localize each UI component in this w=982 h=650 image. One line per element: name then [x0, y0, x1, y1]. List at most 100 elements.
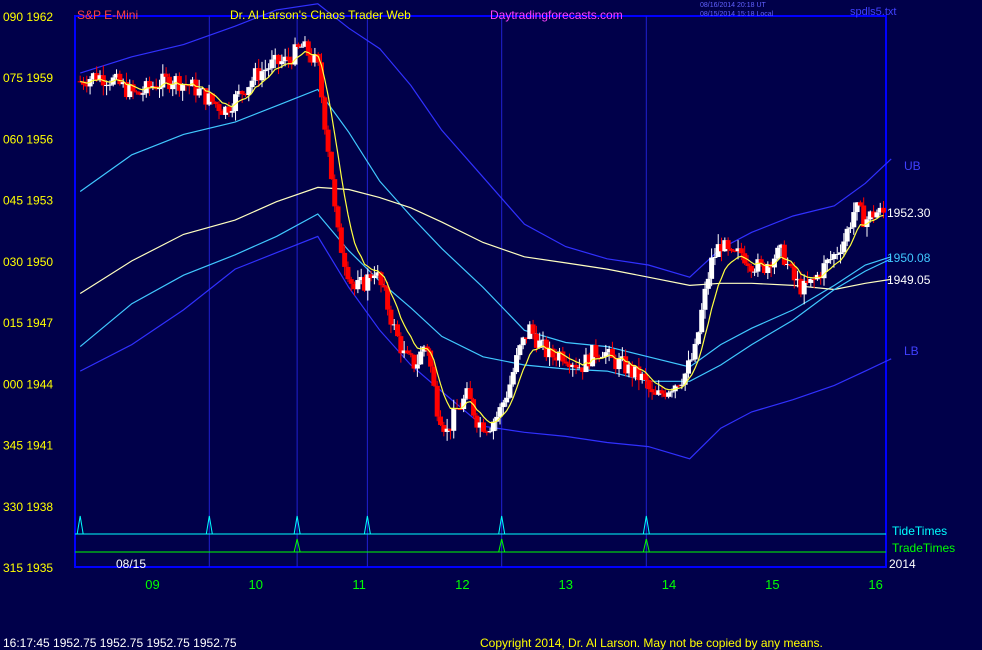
y-tick-label: 075 1959: [3, 71, 53, 85]
candle-body: [791, 266, 797, 281]
candle-body: [828, 259, 834, 261]
candle-body: [510, 372, 516, 385]
candle-body: [395, 324, 401, 337]
candle-body: [573, 364, 579, 368]
lb-label: LB: [904, 344, 919, 358]
candle-body: [438, 416, 444, 425]
candle-body: [170, 84, 176, 90]
candle-body: [500, 402, 506, 408]
candle-body: [507, 384, 513, 398]
y-tick-label: 045 1953: [3, 194, 53, 208]
site-link[interactable]: Daytradingforecasts.com: [490, 8, 623, 22]
timestamp-local: 08/15/2014 15:18 Local: [700, 11, 774, 18]
site-title: Dr. Al Larson's Chaos Trader Web: [230, 8, 411, 22]
candle-body: [646, 379, 652, 390]
x-tick-label: 13: [558, 577, 572, 592]
candle-body: [775, 247, 781, 259]
candle-body: [659, 390, 665, 394]
tide-times-label: TideTimes: [892, 524, 948, 538]
x-tick-label: 11: [352, 577, 366, 592]
candle-body: [857, 202, 863, 206]
candle-body: [712, 256, 718, 258]
candle-body: [213, 101, 219, 105]
candle-body: [285, 56, 291, 61]
candle-body: [431, 366, 437, 386]
series-ub: [80, 3, 892, 278]
candle-body: [418, 351, 424, 365]
candle-body: [328, 151, 334, 180]
last-price-label: 1952.30: [887, 206, 931, 220]
candle-body: [689, 359, 695, 361]
candle-body: [163, 73, 169, 77]
candle-body: [229, 111, 235, 113]
candle-body: [844, 228, 850, 242]
candle-body: [338, 227, 344, 253]
candle-body: [666, 392, 672, 397]
candle-body: [266, 68, 272, 70]
candle-body: [616, 358, 622, 370]
candle-body: [649, 389, 655, 393]
candle-body: [279, 61, 285, 65]
candle-body: [851, 212, 857, 228]
date-label: 08/15: [116, 557, 147, 571]
candle-body: [709, 257, 715, 279]
candle-body: [669, 391, 675, 393]
candle-body: [249, 80, 255, 88]
candle-body: [517, 345, 523, 356]
candle-body: [335, 206, 341, 228]
candle-body: [748, 265, 754, 272]
x-tick-label: 16: [868, 577, 882, 592]
candle-body: [259, 71, 265, 81]
candle-body: [269, 59, 275, 69]
candle-body: [355, 280, 361, 290]
candle-body: [107, 84, 113, 86]
y-tick-label: 060 1956: [3, 132, 53, 146]
trade-times-label: TradeTimes: [892, 541, 956, 555]
x-tick-label: 12: [455, 577, 469, 592]
x-tick-label: 09: [145, 577, 159, 592]
candle-body: [530, 324, 536, 334]
candle-body: [388, 309, 394, 325]
candle-body: [728, 249, 734, 251]
candle-body: [504, 397, 510, 403]
candle-body: [593, 344, 599, 358]
avg-label-2: 1949.05: [887, 273, 931, 287]
series-cyan-lower: [79, 213, 892, 382]
quote-line: 16:17:45 1952.75 1952.75 1952.75 1952.75: [3, 636, 237, 650]
candle-body: [563, 361, 569, 364]
x-tick-label: 10: [249, 577, 263, 592]
candle-body: [847, 227, 853, 229]
candle-body: [781, 244, 787, 265]
candle-body: [467, 388, 473, 400]
candle-body: [834, 254, 840, 256]
candle-body: [385, 287, 391, 310]
y-tick-label: 030 1950: [3, 255, 53, 269]
avg-label-1: 1950.08: [887, 251, 931, 265]
candle-body: [682, 373, 688, 385]
candle-body: [738, 248, 744, 254]
y-tick-label: 330 1938: [3, 500, 53, 514]
copyright: Copyright 2014, Dr. Al Larson. May not b…: [480, 636, 823, 650]
candle-body: [451, 408, 457, 431]
chart-canvas: 315 1935 330 1938 345 1941 000 1944 015 1947…: [3, 3, 892, 592]
x-tick-label: 15: [765, 577, 779, 592]
y-tick-label: 315 1935: [3, 561, 53, 575]
plot-frame: [74, 15, 887, 568]
candle-body: [404, 350, 410, 354]
candle-body: [702, 288, 708, 310]
y-tick-label: 090 1962: [3, 10, 53, 24]
candle-body: [705, 278, 711, 289]
candle-body: [133, 91, 139, 93]
y-tick-label: 345 1941: [3, 439, 53, 453]
candle-body: [196, 88, 202, 96]
candle-body: [408, 353, 414, 355]
candle-body: [371, 275, 377, 279]
candle-body: [381, 285, 387, 288]
candle-body: [745, 263, 751, 266]
chart-title: S&P E-Mini: [77, 8, 139, 22]
ub-label: UB: [904, 159, 921, 173]
candle-body: [838, 252, 844, 255]
candle-body: [514, 355, 520, 373]
candle-body: [752, 271, 758, 273]
series-cyan-upper: [79, 88, 892, 368]
